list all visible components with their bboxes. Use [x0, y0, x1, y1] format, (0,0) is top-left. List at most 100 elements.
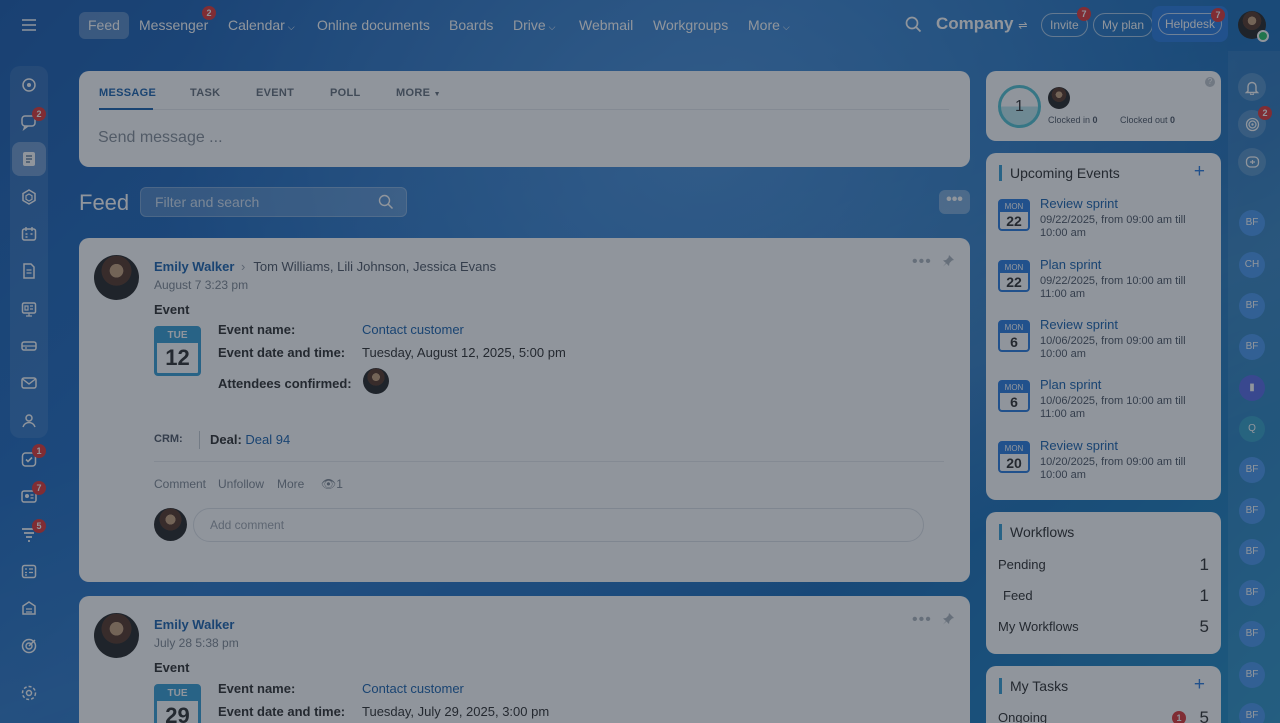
contact-avatar[interactable]: BF [1239, 703, 1265, 723]
tab-more[interactable]: MORE ▼ [396, 87, 441, 99]
nav-online-documents[interactable]: Online documents [308, 12, 439, 39]
event-item[interactable]: MON 6 Plan sprint 10/06/2025, from 10:00 … [998, 377, 1213, 433]
store-icon[interactable] [12, 591, 46, 625]
settings-gear-icon[interactable] [12, 676, 46, 710]
nav-more[interactable]: More ⌵ [739, 12, 799, 39]
document-icon[interactable] [12, 254, 46, 288]
nav-feed[interactable]: Feed [79, 12, 129, 39]
filter-search-box[interactable] [140, 187, 407, 217]
comment-field[interactable] [193, 508, 924, 542]
workflow-row-pending[interactable]: Pending 1 [998, 555, 1209, 574]
send-message-field[interactable]: Send message ... [98, 129, 223, 147]
schedule-icon[interactable] [12, 554, 46, 588]
nav-webmail[interactable]: Webmail [570, 12, 642, 39]
event-item[interactable]: MON 22 Plan sprint 09/22/2025, from 10:00… [998, 257, 1213, 313]
nav-boards[interactable]: Boards [440, 12, 502, 39]
contact-avatar[interactable]: BF [1239, 457, 1265, 483]
contact-avatar[interactable]: BF [1239, 662, 1265, 688]
search-icon[interactable] [905, 16, 922, 38]
collab-icon[interactable] [12, 68, 46, 102]
feed-icon[interactable] [12, 142, 46, 176]
post-date[interactable]: July 28 5:38 pm [154, 636, 239, 650]
helpdesk-button[interactable]: Helpdesk 7 [1152, 6, 1228, 42]
event-item[interactable]: MON 22 Review sprint 09/22/2025, from 09:… [998, 196, 1213, 252]
crm-funnel-icon[interactable]: 5 [12, 517, 46, 551]
contact-avatar[interactable]: BF [1239, 210, 1265, 236]
post-menu-icon[interactable]: ••• [912, 611, 932, 629]
tasks-icon[interactable]: 1 [12, 442, 46, 476]
pulse-icon[interactable]: 2 [1238, 106, 1272, 138]
search-icon[interactable] [378, 194, 394, 215]
post-date[interactable]: August 7 3:23 pm [154, 278, 248, 292]
event-name-link[interactable]: Contact customer [362, 322, 464, 337]
pin-icon[interactable] [942, 254, 955, 272]
contact-avatar[interactable]: BF [1239, 293, 1265, 319]
calendar-icon[interactable] [12, 217, 46, 251]
contact-avatar[interactable]: BF [1239, 621, 1265, 647]
contact-avatar[interactable]: BF [1239, 539, 1265, 565]
add-task-plus-icon[interactable]: + [1194, 674, 1205, 696]
tab-message[interactable]: MESSAGE [99, 87, 156, 99]
author-name[interactable]: Emily Walker [154, 259, 234, 274]
board-icon[interactable] [12, 292, 46, 326]
deal-link[interactable]: Deal 94 [245, 432, 290, 447]
add-event-plus-icon[interactable]: + [1194, 161, 1205, 183]
contact-avatar[interactable]: Q [1239, 416, 1265, 442]
invite-button[interactable]: Invite 7 [1041, 7, 1091, 37]
event-item[interactable]: MON 20 Review sprint 10/20/2025, from 09:… [998, 438, 1213, 494]
post-type: Event [154, 660, 190, 675]
crm-badge: 5 [32, 519, 46, 533]
bell-icon[interactable] [1238, 73, 1266, 101]
event-name-link[interactable]: Contact customer [362, 681, 464, 696]
tab-task[interactable]: TASK [190, 87, 220, 99]
author-avatar[interactable] [94, 255, 139, 300]
feed-more-button[interactable]: ••• [939, 190, 970, 214]
workflow-row-my-workflows[interactable]: My Workflows 5 [998, 617, 1209, 636]
recipients-label[interactable]: Tom Williams, Lili Johnson, Jessica Evan… [253, 259, 496, 274]
worktime-counter[interactable]: 1 [998, 85, 1041, 128]
contact-avatar[interactable]: BF [1239, 498, 1265, 524]
chats-icon[interactable]: 2 [12, 105, 46, 139]
copilot-chat-icon[interactable] [1238, 148, 1266, 176]
goals-icon[interactable] [12, 629, 46, 663]
event-title[interactable]: Review sprint [1040, 196, 1118, 211]
unfollow-button[interactable]: Unfollow [218, 477, 264, 491]
contact-avatar[interactable]: BF [1239, 334, 1265, 360]
workgroups-icon[interactable] [12, 404, 46, 438]
help-icon[interactable]: ? [1205, 77, 1215, 87]
worktime-count: 1 [1015, 98, 1024, 115]
staff-avatar[interactable] [1048, 87, 1070, 109]
event-title[interactable]: Review sprint [1040, 317, 1118, 332]
nav-calendar[interactable]: Calendar ⌵ [219, 12, 304, 39]
drive-icon[interactable] [12, 329, 46, 363]
event-title[interactable]: Plan sprint [1040, 377, 1101, 392]
contact-avatar[interactable]: CH [1239, 252, 1265, 278]
author-name[interactable]: Emily Walker [154, 617, 234, 632]
event-title[interactable]: Plan sprint [1040, 257, 1101, 272]
mail-icon[interactable] [12, 366, 46, 400]
post-menu-icon[interactable]: ••• [912, 253, 932, 271]
contact-avatar[interactable]: BF [1239, 580, 1265, 606]
contact-avatar[interactable]: ▮ [1239, 375, 1265, 401]
nav-messenger[interactable]: Messenger 2 [130, 6, 217, 39]
comment-input[interactable] [210, 518, 810, 532]
search-input[interactable] [155, 194, 375, 210]
tab-poll[interactable]: POLL [330, 87, 361, 99]
nav-workgroups[interactable]: Workgroups [644, 12, 737, 39]
pin-icon[interactable] [942, 612, 955, 630]
event-item[interactable]: MON 6 Review sprint 10/06/2025, from 09:0… [998, 317, 1213, 373]
event-title[interactable]: Review sprint [1040, 438, 1118, 453]
contacts-icon[interactable]: 7 [12, 479, 46, 513]
tab-event[interactable]: EVENT [256, 87, 294, 99]
hexagon-icon[interactable] [12, 180, 46, 214]
nav-drive[interactable]: Drive ⌵ [504, 12, 565, 39]
comment-button[interactable]: Comment [154, 477, 206, 491]
task-row-ongoing[interactable]: Ongoing 1 5 [998, 708, 1209, 723]
attendee-avatar[interactable] [363, 368, 389, 394]
author-avatar[interactable] [94, 613, 139, 658]
workflow-row-feed[interactable]: Feed 1 [998, 586, 1209, 605]
more-button[interactable]: More [277, 477, 304, 491]
company-name[interactable]: Company ⇌ [936, 14, 1027, 34]
my-plan-button[interactable]: My plan [1093, 13, 1154, 37]
menu-icon[interactable] [12, 8, 46, 42]
